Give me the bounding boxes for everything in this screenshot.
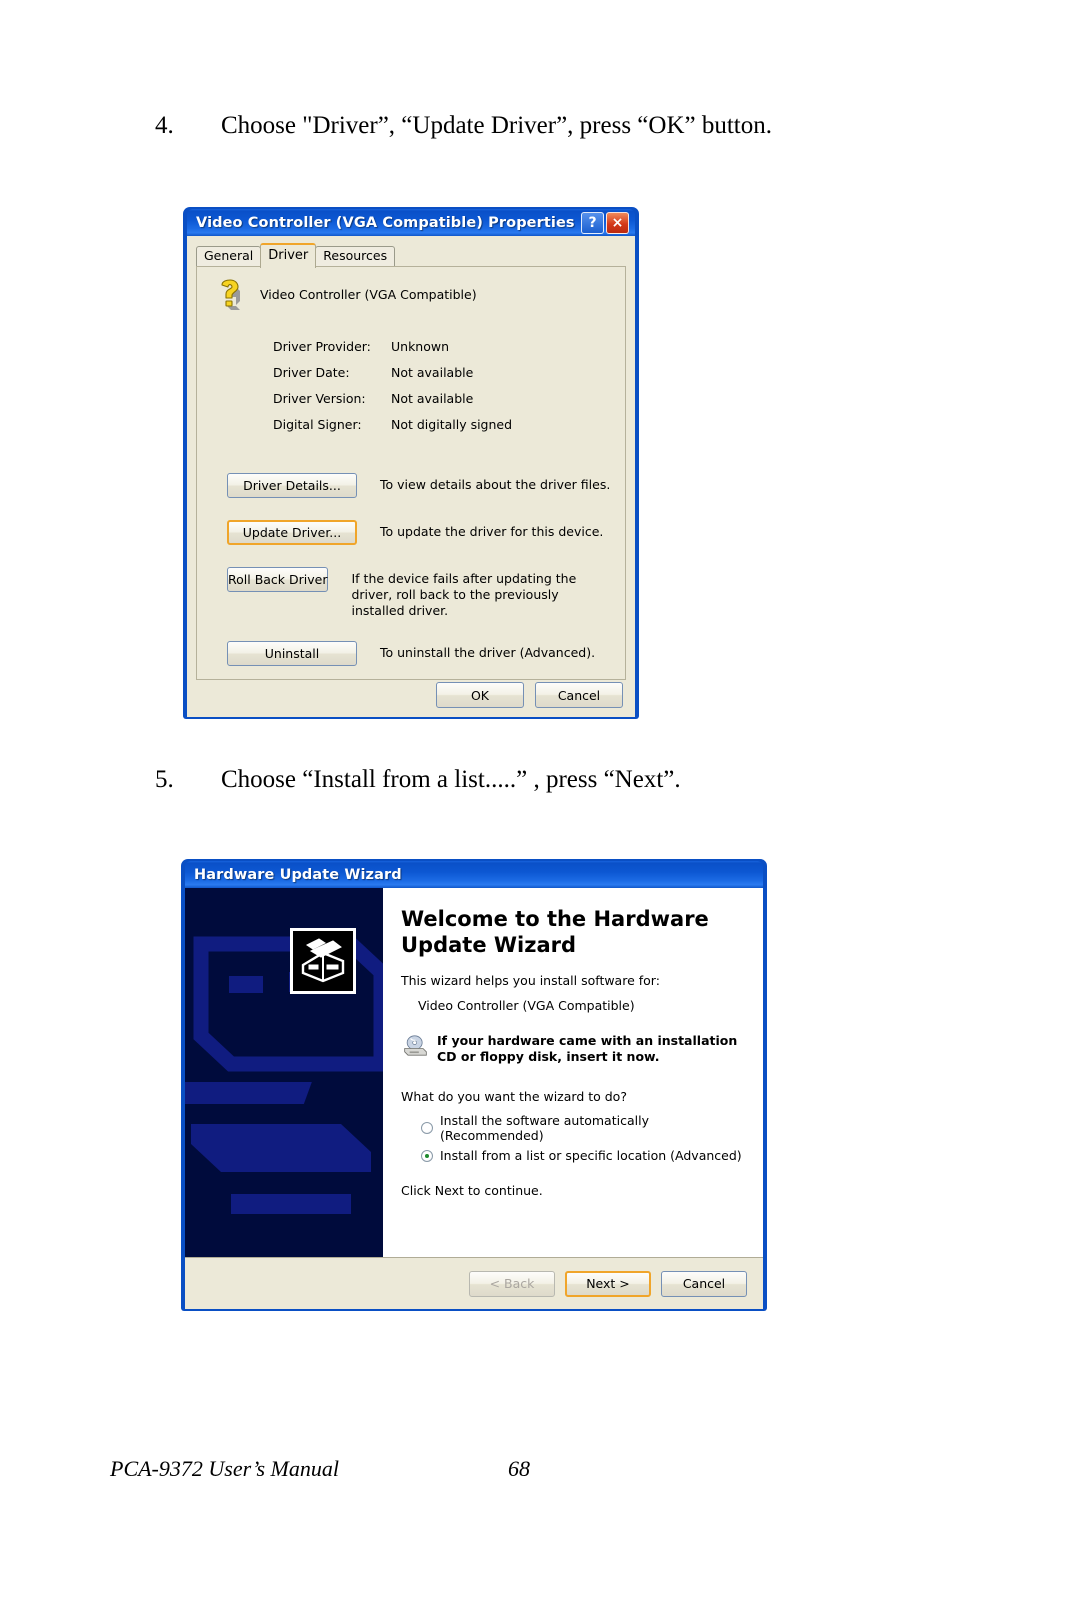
- radio-button-icon[interactable]: [421, 1122, 433, 1134]
- manual-title: PCA-9372 User’s Manual: [110, 1456, 339, 1481]
- driver-info-table: Driver Provider: Unknown Driver Date: No…: [273, 339, 512, 443]
- tab-driver[interactable]: Driver: [260, 243, 317, 268]
- driver-tab-panel: Video Controller (VGA Compatible) Driver…: [196, 266, 626, 680]
- wizard-intro-text: This wizard helps you install software f…: [401, 973, 660, 988]
- driver-date-key: Driver Date:: [273, 365, 350, 380]
- cancel-button[interactable]: Cancel: [535, 682, 623, 708]
- properties-titlebar[interactable]: Video Controller (VGA Compatible) Proper…: [187, 209, 635, 236]
- wizard-continue-text: Click Next to continue.: [401, 1183, 543, 1198]
- wizard-main: Welcome to the Hardware Update Wizard Th…: [185, 888, 763, 1257]
- wizard-side-panel: [185, 888, 383, 1257]
- update-driver-row: Update Driver... To update the driver fo…: [227, 520, 611, 545]
- device-name-label: Video Controller (VGA Compatible): [260, 287, 477, 302]
- ok-button[interactable]: OK: [436, 682, 524, 708]
- update-driver-description: To update the driver for this device.: [380, 524, 604, 539]
- radio-install-from-list-label: Install from a list or specific location…: [440, 1148, 742, 1163]
- driver-details-description: To view details about the driver files.: [380, 477, 611, 492]
- hardware-device-icon: [290, 928, 356, 994]
- close-icon[interactable]: ×: [606, 211, 629, 234]
- radio-install-from-list[interactable]: Install from a list or specific location…: [421, 1148, 747, 1163]
- wizard-cancel-button[interactable]: Cancel: [661, 1270, 747, 1297]
- table-row: Driver Date: Not available: [273, 365, 512, 391]
- uninstall-row: Uninstall To uninstall the driver (Advan…: [227, 641, 611, 666]
- table-row: Driver Provider: Unknown: [273, 339, 512, 365]
- help-icon[interactable]: ?: [581, 211, 604, 234]
- next-button[interactable]: Next >: [565, 1270, 651, 1297]
- driver-provider-value: Unknown: [391, 339, 450, 354]
- roll-back-driver-row: Roll Back Driver If the device fails aft…: [227, 567, 611, 619]
- roll-back-driver-button[interactable]: Roll Back Driver: [227, 567, 329, 592]
- driver-details-row: Driver Details... To view details about …: [227, 473, 611, 498]
- unknown-device-question-icon: [214, 279, 248, 313]
- update-driver-button[interactable]: Update Driver...: [227, 520, 357, 545]
- step-4-number: 4.: [155, 112, 174, 139]
- cd-drive-icon: [404, 1035, 427, 1056]
- cd-notice-row: If your hardware came with an installati…: [403, 1033, 747, 1065]
- wizard-device-name: Video Controller (VGA Compatible): [418, 998, 635, 1013]
- driver-details-button[interactable]: Driver Details...: [227, 473, 357, 498]
- tab-resources[interactable]: Resources: [315, 246, 396, 266]
- wizard-footer: < Back Next > Cancel: [185, 1257, 763, 1309]
- device-header: Video Controller (VGA Compatible): [211, 279, 611, 313]
- wizard-heading: Welcome to the Hardware Update Wizard: [401, 907, 709, 957]
- digital-signer-key: Digital Signer:: [273, 417, 362, 432]
- driver-version-value: Not available: [391, 391, 474, 406]
- digital-signer-value: Not digitally signed: [391, 417, 513, 432]
- tab-general[interactable]: General: [196, 246, 262, 266]
- driver-provider-key: Driver Provider:: [273, 339, 371, 354]
- radio-install-automatically[interactable]: Install the software automatically (Reco…: [421, 1113, 747, 1143]
- wizard-titlebar[interactable]: Hardware Update Wizard: [185, 861, 763, 888]
- roll-back-driver-description: If the device fails after updating the d…: [351, 571, 577, 618]
- properties-tabstrip: General Driver Resources: [196, 243, 626, 268]
- wizard-content: Welcome to the Hardware Update Wizard Th…: [383, 888, 763, 1257]
- step-5-instruction: 5. Choose “Install from a list.....” , pr…: [155, 766, 681, 794]
- uninstall-button[interactable]: Uninstall: [227, 641, 357, 666]
- step-4-instruction: 4. Choose "Driver”, “Update Driver”, pres…: [155, 112, 772, 140]
- video-controller-properties-dialog: Video Controller (VGA Compatible) Proper…: [183, 207, 639, 719]
- wizard-title: Hardware Update Wizard: [194, 866, 402, 883]
- wizard-body: Welcome to the Hardware Update Wizard Th…: [185, 888, 763, 1309]
- wizard-question-label: What do you want the wizard to do?: [401, 1089, 627, 1104]
- driver-version-key: Driver Version:: [273, 391, 366, 406]
- step-5-text: Choose “Install from a list.....” , pres…: [221, 766, 681, 793]
- radio-button-selected-icon[interactable]: [421, 1149, 433, 1162]
- step-4-text: Choose "Driver”, “Update Driver”, press …: [221, 112, 773, 139]
- cd-notice-text: If your hardware came with an installati…: [437, 1033, 738, 1064]
- step-5-number: 5.: [155, 766, 174, 793]
- driver-date-value: Not available: [391, 365, 474, 380]
- properties-title: Video Controller (VGA Compatible) Proper…: [196, 214, 575, 231]
- back-button[interactable]: < Back: [469, 1270, 555, 1297]
- hardware-update-wizard-dialog: Hardware Update Wizard Welcome to the Ha…: [181, 859, 767, 1311]
- properties-body: General Driver Resources Video Controlle…: [187, 236, 635, 717]
- table-row: Digital Signer: Not digitally signed: [273, 417, 512, 443]
- uninstall-description: To uninstall the driver (Advanced).: [380, 645, 596, 660]
- properties-footer: OK Cancel: [187, 673, 635, 717]
- page-number: 68: [508, 1456, 530, 1481]
- radio-install-automatically-label: Install the software automatically (Reco…: [440, 1113, 649, 1143]
- properties-window-controls: ? ×: [581, 211, 631, 234]
- table-row: Driver Version: Not available: [273, 391, 512, 417]
